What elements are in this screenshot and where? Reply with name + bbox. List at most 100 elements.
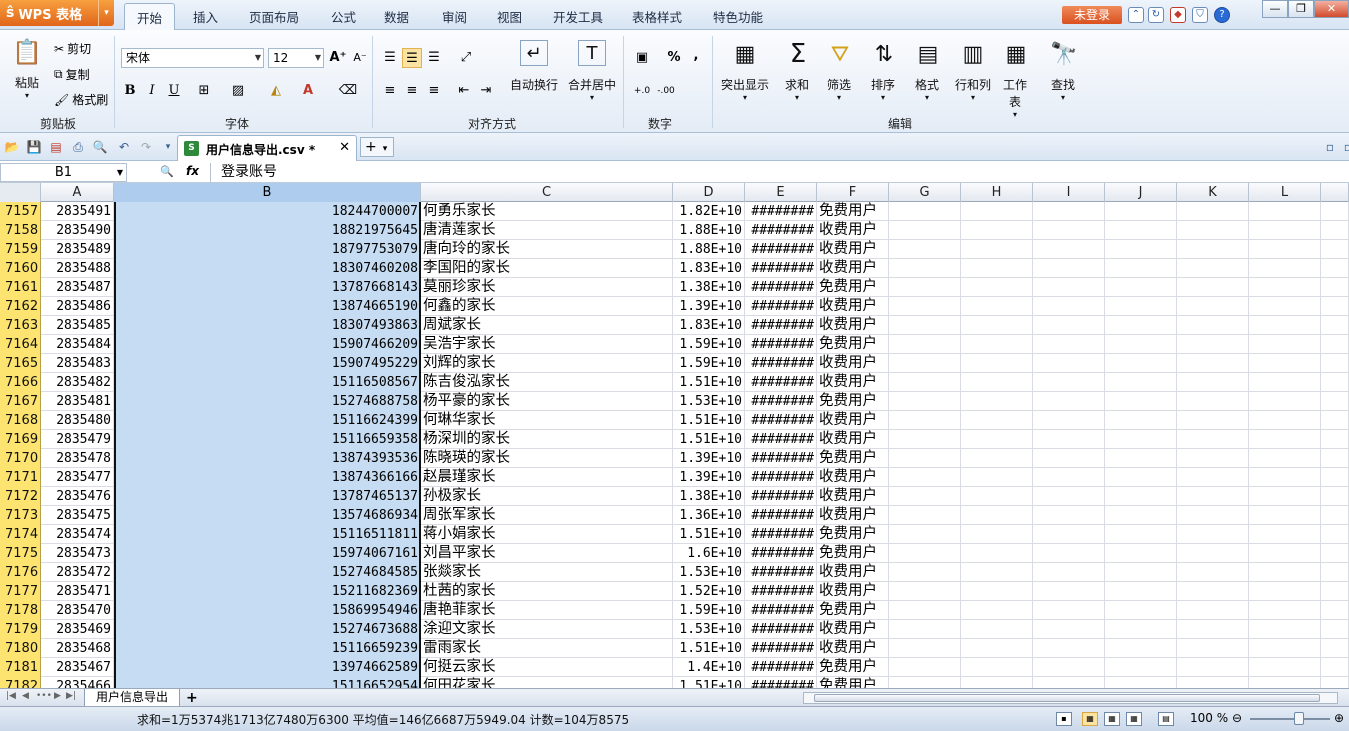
cell-i[interactable]	[1033, 582, 1105, 601]
cell-h[interactable]	[961, 677, 1033, 688]
align-top-icon[interactable]: ☰	[380, 48, 400, 68]
cell-a[interactable]: 2835491	[41, 202, 114, 221]
cell-d[interactable]: 1.83E+10	[673, 316, 745, 335]
cell-j[interactable]	[1105, 544, 1177, 563]
cell-e[interactable]: ########	[745, 620, 817, 639]
cell-j[interactable]	[1105, 278, 1177, 297]
cell-h[interactable]	[961, 582, 1033, 601]
cell-l[interactable]	[1249, 373, 1321, 392]
cell-h[interactable]	[961, 639, 1033, 658]
cell-c[interactable]: 何勇乐家长	[421, 202, 673, 221]
menu-tab-7[interactable]: 视图	[497, 7, 522, 26]
cell-l[interactable]	[1249, 677, 1321, 688]
more-icon[interactable]: ▫	[1340, 139, 1349, 155]
cell-c[interactable]: 刘辉的家长	[421, 354, 673, 373]
cell-g[interactable]	[889, 259, 961, 278]
cell-e[interactable]: ########	[745, 202, 817, 221]
sync-icon[interactable]: ↻	[1148, 7, 1164, 23]
cell-j[interactable]	[1105, 259, 1177, 278]
cell-c[interactable]: 杜茜的家长	[421, 582, 673, 601]
cell-i[interactable]	[1033, 316, 1105, 335]
cell-a[interactable]: 2835489	[41, 240, 114, 259]
cell-b[interactable]: 13874393536	[114, 449, 421, 468]
cell-d[interactable]: 1.88E+10	[673, 221, 745, 240]
increase-font-icon[interactable]: A⁺	[328, 48, 348, 68]
cell-l[interactable]	[1249, 601, 1321, 620]
cell-c[interactable]: 陈吉俊泓家长	[421, 373, 673, 392]
select-all-corner[interactable]	[0, 183, 41, 202]
cell-d[interactable]: 1.59E+10	[673, 601, 745, 620]
row-header[interactable]: 7172	[0, 487, 41, 506]
column-header-a[interactable]: A	[41, 183, 114, 202]
cell-a[interactable]: 2835483	[41, 354, 114, 373]
cell-c[interactable]: 周斌家长	[421, 316, 673, 335]
cell-e[interactable]: ########	[745, 354, 817, 373]
cell-h[interactable]	[961, 525, 1033, 544]
cell-a[interactable]: 2835475	[41, 506, 114, 525]
cell-i[interactable]	[1033, 297, 1105, 316]
cell-k[interactable]	[1177, 449, 1249, 468]
cell-d[interactable]: 1.53E+10	[673, 620, 745, 639]
row-header[interactable]: 7160	[0, 259, 41, 278]
name-box[interactable]: B1 ▼	[0, 163, 127, 182]
formula-input[interactable]: 登录账号	[210, 163, 1349, 182]
row-header[interactable]: 7178	[0, 601, 41, 620]
worksheet-button[interactable]: ▦ 工作表 ▾	[1000, 38, 1030, 120]
cell-a[interactable]: 2835479	[41, 430, 114, 449]
menu-tab-8[interactable]: 开发工具	[553, 7, 603, 26]
cell-h[interactable]	[961, 373, 1033, 392]
column-header-f[interactable]: F	[817, 183, 889, 202]
cell-m[interactable]	[1321, 373, 1349, 392]
cell-g[interactable]	[889, 411, 961, 430]
menu-tab-3[interactable]: 页面布局	[249, 7, 299, 26]
cell-f[interactable]: 收费用户	[817, 468, 889, 487]
cell-l[interactable]	[1249, 354, 1321, 373]
cell-i[interactable]	[1033, 335, 1105, 354]
cell-l[interactable]	[1249, 544, 1321, 563]
cell-c[interactable]: 蒋小娟家长	[421, 525, 673, 544]
cell-f[interactable]: 收费用户	[817, 411, 889, 430]
percent-button[interactable]: %	[664, 48, 684, 68]
cell-h[interactable]	[961, 335, 1033, 354]
cell-b[interactable]: 13574686934	[114, 506, 421, 525]
cell-a[interactable]: 2835484	[41, 335, 114, 354]
cell-h[interactable]	[961, 221, 1033, 240]
zoom-in-icon[interactable]: ⊕	[1334, 711, 1344, 725]
cell-f[interactable]: 收费用户	[817, 221, 889, 240]
cell-l[interactable]	[1249, 639, 1321, 658]
normal-view-icon[interactable]: ▦	[1082, 712, 1098, 726]
cell-f[interactable]: 收费用户	[817, 506, 889, 525]
cell-h[interactable]	[961, 354, 1033, 373]
cell-g[interactable]	[889, 297, 961, 316]
cell-d[interactable]: 1.6E+10	[673, 544, 745, 563]
cell-f[interactable]: 收费用户	[817, 487, 889, 506]
cell-i[interactable]	[1033, 620, 1105, 639]
row-header[interactable]: 7170	[0, 449, 41, 468]
search-function-icon[interactable]: 🔍	[160, 165, 174, 178]
cell-a[interactable]: 2835471	[41, 582, 114, 601]
zoom-level[interactable]: 100 %	[1190, 711, 1228, 725]
cell-m[interactable]	[1321, 259, 1349, 278]
cell-i[interactable]	[1033, 506, 1105, 525]
cell-l[interactable]	[1249, 563, 1321, 582]
cell-j[interactable]	[1105, 373, 1177, 392]
cell-f[interactable]: 免费用户	[817, 525, 889, 544]
cell-k[interactable]	[1177, 297, 1249, 316]
fill-color-icon[interactable]: ◭	[266, 81, 286, 101]
column-header-b[interactable]: B	[114, 183, 421, 202]
menu-tab-4[interactable]: 公式	[331, 7, 356, 26]
cell-e[interactable]: ########	[745, 373, 817, 392]
cell-b[interactable]: 13874665190	[114, 297, 421, 316]
cell-h[interactable]	[961, 563, 1033, 582]
menu-tab-6[interactable]: 审阅	[442, 7, 467, 26]
column-header-e[interactable]: E	[745, 183, 817, 202]
cell-m[interactable]	[1321, 506, 1349, 525]
cell-d[interactable]: 1.38E+10	[673, 278, 745, 297]
row-header[interactable]: 7167	[0, 392, 41, 411]
cell-l[interactable]	[1249, 506, 1321, 525]
cell-k[interactable]	[1177, 506, 1249, 525]
cell-g[interactable]	[889, 487, 961, 506]
comma-button[interactable]: ,	[686, 46, 706, 66]
cell-j[interactable]	[1105, 392, 1177, 411]
cell-h[interactable]	[961, 449, 1033, 468]
